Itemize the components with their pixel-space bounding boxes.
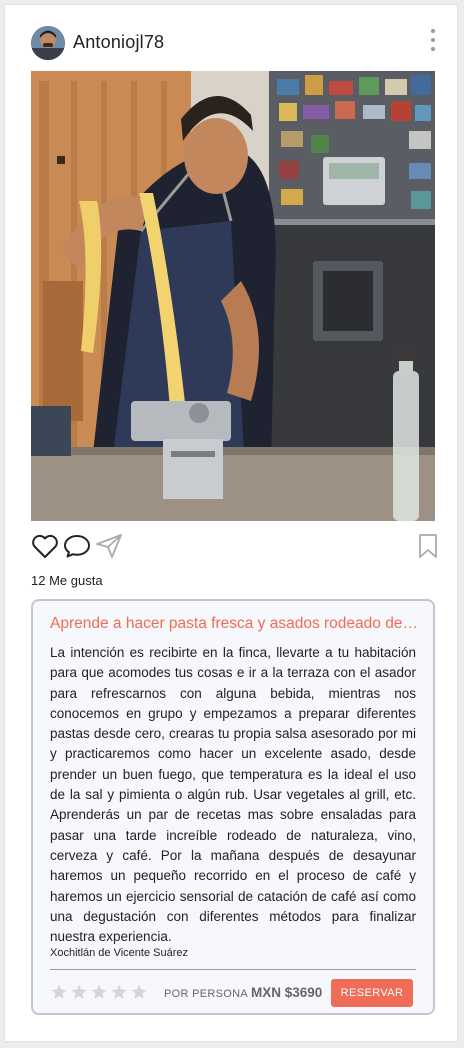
comment-icon[interactable] bbox=[63, 533, 91, 559]
post-photo bbox=[31, 71, 435, 521]
per-person-label: POR PERSONA bbox=[164, 988, 248, 1000]
bookmark-icon[interactable] bbox=[417, 533, 439, 559]
experience-description: La intención es recibirte en la finca, l… bbox=[50, 645, 416, 945]
star-icon[interactable] bbox=[110, 983, 128, 1001]
post-card: Antoniojl78 12 Me gusta Aprende a hacer … bbox=[4, 4, 458, 1042]
more-vertical-icon[interactable] bbox=[429, 29, 437, 55]
post-actions bbox=[31, 533, 441, 561]
star-icon[interactable] bbox=[90, 983, 108, 1001]
experience-location: Xochitlán de Vicente Suárez bbox=[50, 947, 188, 959]
user-avatar[interactable] bbox=[31, 26, 65, 60]
send-icon[interactable] bbox=[95, 533, 123, 559]
likes-count[interactable]: 12 Me gusta bbox=[31, 573, 103, 588]
price: MXN $3690 bbox=[251, 985, 323, 1000]
post-header: Antoniojl78 bbox=[31, 25, 441, 63]
divider bbox=[50, 969, 416, 970]
reserve-button[interactable]: RESERVAR bbox=[331, 979, 413, 1007]
rating-stars[interactable] bbox=[50, 983, 148, 1003]
star-icon[interactable] bbox=[70, 983, 88, 1001]
username[interactable]: Antoniojl78 bbox=[73, 32, 164, 53]
experience-card: Aprende a hacer pasta fresca y asados ro… bbox=[31, 599, 435, 1015]
star-icon[interactable] bbox=[130, 983, 148, 1001]
experience-title[interactable]: Aprende a hacer pasta fresca y asados ro… bbox=[50, 615, 418, 633]
heart-icon[interactable] bbox=[31, 533, 59, 559]
star-icon[interactable] bbox=[50, 983, 68, 1001]
